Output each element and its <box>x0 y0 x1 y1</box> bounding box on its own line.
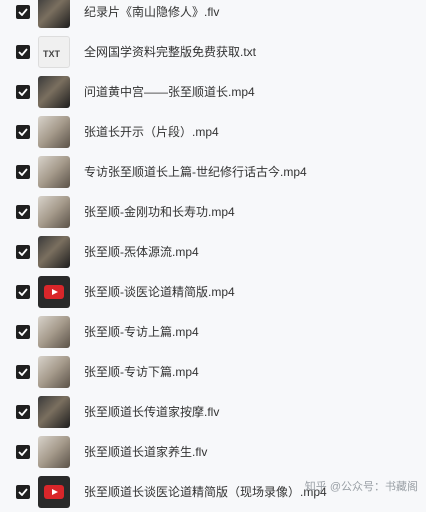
file-checkbox[interactable] <box>16 405 30 419</box>
video-thumbnail-icon <box>38 116 70 148</box>
video-thumbnail-icon <box>38 76 70 108</box>
file-checkbox[interactable] <box>16 125 30 139</box>
file-name[interactable]: 问道黄中宫——张至顺道长.mp4 <box>84 84 255 100</box>
video-thumbnail-icon <box>38 196 70 228</box>
video-thumbnail-icon <box>38 316 70 348</box>
file-name[interactable]: 张至顺-炁体源流.mp4 <box>84 244 199 260</box>
file-checkbox[interactable] <box>16 165 30 179</box>
video-thumbnail-icon <box>38 276 70 308</box>
file-name[interactable]: 张至顺-谈医论道精简版.mp4 <box>84 284 235 300</box>
file-row[interactable]: 张至顺-专访下篇.mp4 <box>0 352 426 392</box>
file-checkbox[interactable] <box>16 365 30 379</box>
file-row[interactable]: 张至顺-谈医论道精简版.mp4 <box>0 272 426 312</box>
file-name[interactable]: 专访张至顺道长上篇-世纪修行话古今.mp4 <box>84 164 307 180</box>
file-name[interactable]: 全网国学资料完整版免费获取.txt <box>84 44 256 60</box>
file-checkbox[interactable] <box>16 45 30 59</box>
file-name[interactable]: 张至顺-金刚功和长寿功.mp4 <box>84 204 235 220</box>
txt-file-label: TXT <box>43 49 60 59</box>
video-thumbnail-icon <box>38 356 70 388</box>
file-checkbox[interactable] <box>16 485 30 499</box>
txt-file-icon: TXT <box>38 36 70 68</box>
file-row[interactable]: 张至顺道长道家养生.flv <box>0 432 426 472</box>
video-thumbnail-icon <box>38 476 70 508</box>
video-thumbnail-icon <box>38 0 70 28</box>
file-checkbox[interactable] <box>16 5 30 19</box>
file-row[interactable]: 专访张至顺道长上篇-世纪修行话古今.mp4 <box>0 152 426 192</box>
file-name[interactable]: 张至顺道长道家养生.flv <box>84 444 207 460</box>
play-icon <box>44 485 64 499</box>
file-checkbox[interactable] <box>16 245 30 259</box>
file-checkbox[interactable] <box>16 325 30 339</box>
watermark: 知乎 @公众号：书藏阁 <box>304 481 418 493</box>
video-thumbnail-icon <box>38 436 70 468</box>
file-checkbox[interactable] <box>16 85 30 99</box>
file-checkbox[interactable] <box>16 285 30 299</box>
file-name[interactable]: 张至顺道长传道家按摩.flv <box>84 404 219 420</box>
play-icon <box>44 285 64 299</box>
file-name[interactable]: 张道长开示（片段）.mp4 <box>84 124 219 140</box>
file-checkbox[interactable] <box>16 205 30 219</box>
file-name[interactable]: 张至顺-专访上篇.mp4 <box>84 324 199 340</box>
file-name[interactable]: 张至顺-专访下篇.mp4 <box>84 364 199 380</box>
file-checkbox[interactable] <box>16 445 30 459</box>
file-row[interactable]: 张至顺-炁体源流.mp4 <box>0 232 426 272</box>
file-row[interactable]: 张道长开示（片段）.mp4 <box>0 112 426 152</box>
file-row[interactable]: 张至顺-金刚功和长寿功.mp4 <box>0 192 426 232</box>
file-row[interactable]: 问道黄中宫——张至顺道长.mp4 <box>0 72 426 112</box>
video-thumbnail-icon <box>38 156 70 188</box>
file-row[interactable]: TXT 全网国学资料完整版免费获取.txt <box>0 32 426 72</box>
file-row[interactable]: 张至顺道长传道家按摩.flv <box>0 392 426 432</box>
file-row[interactable]: 张至顺-专访上篇.mp4 <box>0 312 426 352</box>
video-thumbnail-icon <box>38 396 70 428</box>
file-row[interactable]: 纪录片《南山隐修人》.flv <box>0 0 426 32</box>
file-name[interactable]: 纪录片《南山隐修人》.flv <box>84 4 219 20</box>
video-thumbnail-icon <box>38 236 70 268</box>
